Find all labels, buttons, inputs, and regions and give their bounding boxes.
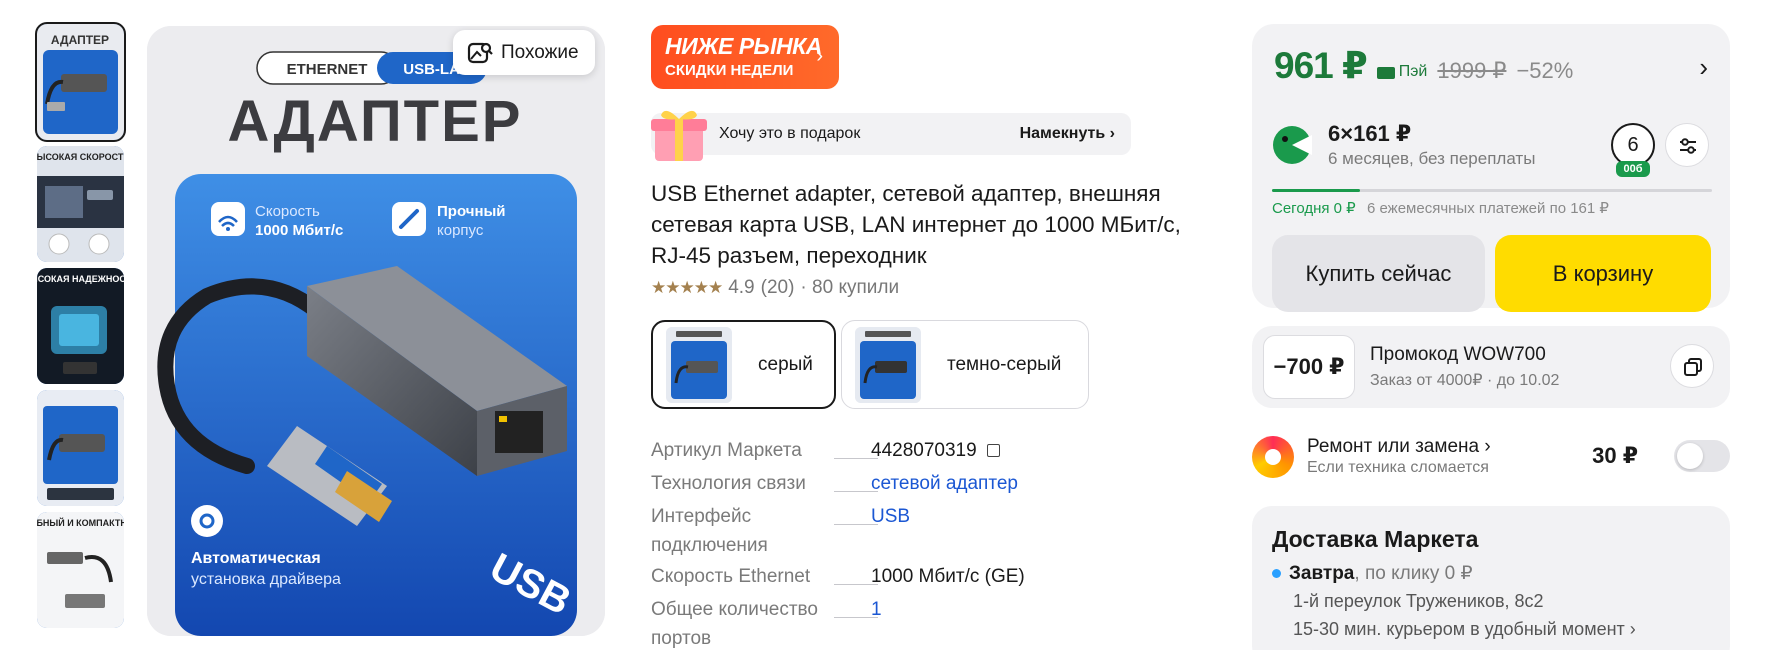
chevron-right-icon[interactable]: › <box>1699 52 1708 83</box>
badge-title: НИЖЕ РЫНКА <box>665 33 822 59</box>
promo-title: Промокод WOW700 <box>1370 344 1546 365</box>
delivery-option[interactable]: Завтра, по клику 0 ₽ <box>1272 562 1473 585</box>
spec-key: Общее количество портов <box>651 599 818 649</box>
similar-button[interactable]: Похожие <box>453 30 595 75</box>
spec-value-link[interactable]: 1 <box>871 595 882 624</box>
rating-row[interactable]: ★★★★★ 4.9 (20) · 80 купили <box>651 277 899 299</box>
sold-count: · 80 купили <box>800 277 900 298</box>
spec-key: Технология связи <box>651 473 806 494</box>
image-heading: АДАПТЕР <box>228 89 523 154</box>
discount: −52% <box>1516 58 1574 83</box>
thumbnail-5[interactable]: УДОБНЫЙ И КОМПАКТНЫЙ <box>37 512 124 628</box>
pay-monthly: 6 ежемесячных платежей по 161 ₽ <box>1367 200 1609 217</box>
thumbnail-list: АДАПТЕР ВЫСОКАЯ СКОРОСТЬ ВЫСОКАЯ НАДЕЖНО… <box>35 22 126 634</box>
spec-key: Скорость Ethernet <box>651 566 811 587</box>
hint-link[interactable]: Намекнуть › <box>1020 125 1115 143</box>
similar-label: Похожие <box>501 41 579 63</box>
main-product-image[interactable]: ETHERNET USB-LAN АДАПТЕР Скорость 1000 М… <box>147 26 605 636</box>
auto-install-sub: установка драйвера <box>191 571 341 588</box>
spec-key: Интерфейс подключения <box>651 506 768 556</box>
thumbnail-2[interactable]: ВЫСОКАЯ СКОРОСТЬ <box>37 146 124 262</box>
sliders-icon <box>1680 138 1696 154</box>
spec-value: 4428070319 <box>871 436 1000 465</box>
feature-speed-value: 1000 Мбит/с <box>255 222 343 239</box>
card-icon <box>1376 67 1395 79</box>
reviews-count[interactable]: (20) <box>761 277 795 299</box>
gift-icon <box>651 110 707 161</box>
feature-durable-label: Прочный <box>437 203 506 220</box>
product-title: USB Ethernet adapter, сетевой адаптер, в… <box>651 181 1181 268</box>
split-term: 6 месяцев, без переплаты <box>1328 149 1536 168</box>
promo-subtitle: Заказ от 4000₽ · до 10.02 <box>1370 372 1560 389</box>
thumbnail-1[interactable]: АДАПТЕР <box>35 22 126 142</box>
thumb-label: ВЫСОКАЯ СКОРОСТЬ <box>37 152 124 162</box>
feature-durable-value: корпус <box>437 222 484 239</box>
variant-thumbnail <box>855 326 921 403</box>
split-amount: 6×161 ₽ <box>1328 121 1412 146</box>
pay-tag: Пэй <box>1376 63 1427 81</box>
rating-value: 4.9 <box>728 277 755 298</box>
thumbnail-3[interactable]: ВЫСОКАЯ НАДЕЖНОСТЬ <box>37 268 124 384</box>
status-dot-icon <box>1272 569 1281 578</box>
split-payment[interactable]: 6×161 ₽ 6 месяцев, без переплаты 6 00б <box>1272 121 1712 181</box>
delivery-address: 1-й переулок Тружеников, 8с2 <box>1293 591 1544 611</box>
repair-subtitle: Если техника сломается <box>1307 459 1489 476</box>
repair-title[interactable]: Ремонт или замена › <box>1307 436 1491 458</box>
thumb-label: УДОБНЫЙ И КОМПАКТНЫЙ <box>37 517 124 528</box>
old-price: 1999 ₽ <box>1437 58 1507 83</box>
feature-speed-label: Скорость <box>255 203 320 220</box>
price-card: 961 ₽ Пэй 1999 ₽ −52% › 6×161 ₽ 6 месяце… <box>1252 24 1730 312</box>
repair-price: 30 ₽ <box>1592 443 1638 468</box>
gift-bar[interactable]: Хочу это в подарок Намекнуть › <box>651 110 1131 161</box>
promo-card: −700 ₽ Промокод WOW700 Заказ от 4000₽ · … <box>1252 326 1730 408</box>
variant-dark-grey[interactable]: темно-серый <box>841 320 1089 409</box>
badge-subtitle: СКИДКИ НЕДЕЛИ <box>665 62 794 79</box>
repair-logo-icon <box>1252 436 1294 478</box>
copy-promo-button[interactable] <box>1670 344 1714 388</box>
copy-icon[interactable] <box>986 444 1000 457</box>
auto-install-label: Автоматическая <box>191 550 321 567</box>
variant-selector: серый темно-серый <box>651 320 1089 409</box>
split-logo-icon <box>1273 126 1312 164</box>
variant-thumbnail <box>666 326 732 403</box>
variant-label: темно-серый <box>947 353 1062 375</box>
thumbnail-4[interactable] <box>37 390 124 506</box>
below-market-badge[interactable]: НИЖЕ РЫНКА СКИДКИ НЕДЕЛИ › <box>651 25 839 89</box>
delivery-title: Доставка Маркета <box>1272 526 1479 552</box>
chevron-right-icon: › <box>816 45 823 67</box>
delivery-card: Доставка Маркета Завтра, по клику 0 ₽ 1-… <box>1252 506 1730 650</box>
current-price: 961 ₽ <box>1274 45 1368 86</box>
variant-label: серый <box>758 353 813 375</box>
variant-grey[interactable]: серый <box>651 320 836 409</box>
tab-ethernet-label: ETHERNET <box>287 61 368 78</box>
thumb-label: ВЫСОКАЯ НАДЕЖНОСТЬ <box>37 274 124 284</box>
installments-badge[interactable]: 6 00б <box>1611 123 1655 177</box>
spec-value: 1000 Мбит/с (GE) <box>871 566 1025 587</box>
installments-badge-sub: 00б <box>1616 161 1650 177</box>
spec-value-link[interactable]: сетевой адаптер <box>871 469 1018 498</box>
gear-icon <box>191 505 223 537</box>
image-search-icon <box>467 42 493 63</box>
repair-toggle[interactable] <box>1674 440 1730 472</box>
copy-icon <box>1684 358 1702 376</box>
add-to-cart-button[interactable]: В корзину <box>1495 235 1711 312</box>
price-row[interactable]: 961 ₽ Пэй 1999 ₽ −52% <box>1274 44 1573 87</box>
repair-service: Ремонт или замена › Если техника сломает… <box>1252 428 1730 480</box>
spec-value-link[interactable]: USB <box>871 502 910 531</box>
promo-amount: −700 ₽ <box>1263 335 1355 399</box>
gift-text: Хочу это в подарок <box>719 125 861 142</box>
delivery-day: Завтра <box>1289 563 1355 584</box>
spec-key: Артикул Маркета <box>651 440 802 461</box>
delivery-time-link[interactable]: 15-30 мин. курьером в удобный момент › <box>1293 619 1636 640</box>
payment-progress <box>1272 189 1712 192</box>
settings-button[interactable] <box>1665 123 1709 167</box>
pay-today: Сегодня 0 ₽ <box>1272 200 1356 217</box>
rating-stars: ★★★★★ <box>651 278 723 297</box>
buy-now-button[interactable]: Купить сейчас <box>1272 235 1485 312</box>
delivery-price: , по клику 0 ₽ <box>1354 563 1473 584</box>
thumb-label: АДАПТЕР <box>51 33 109 47</box>
